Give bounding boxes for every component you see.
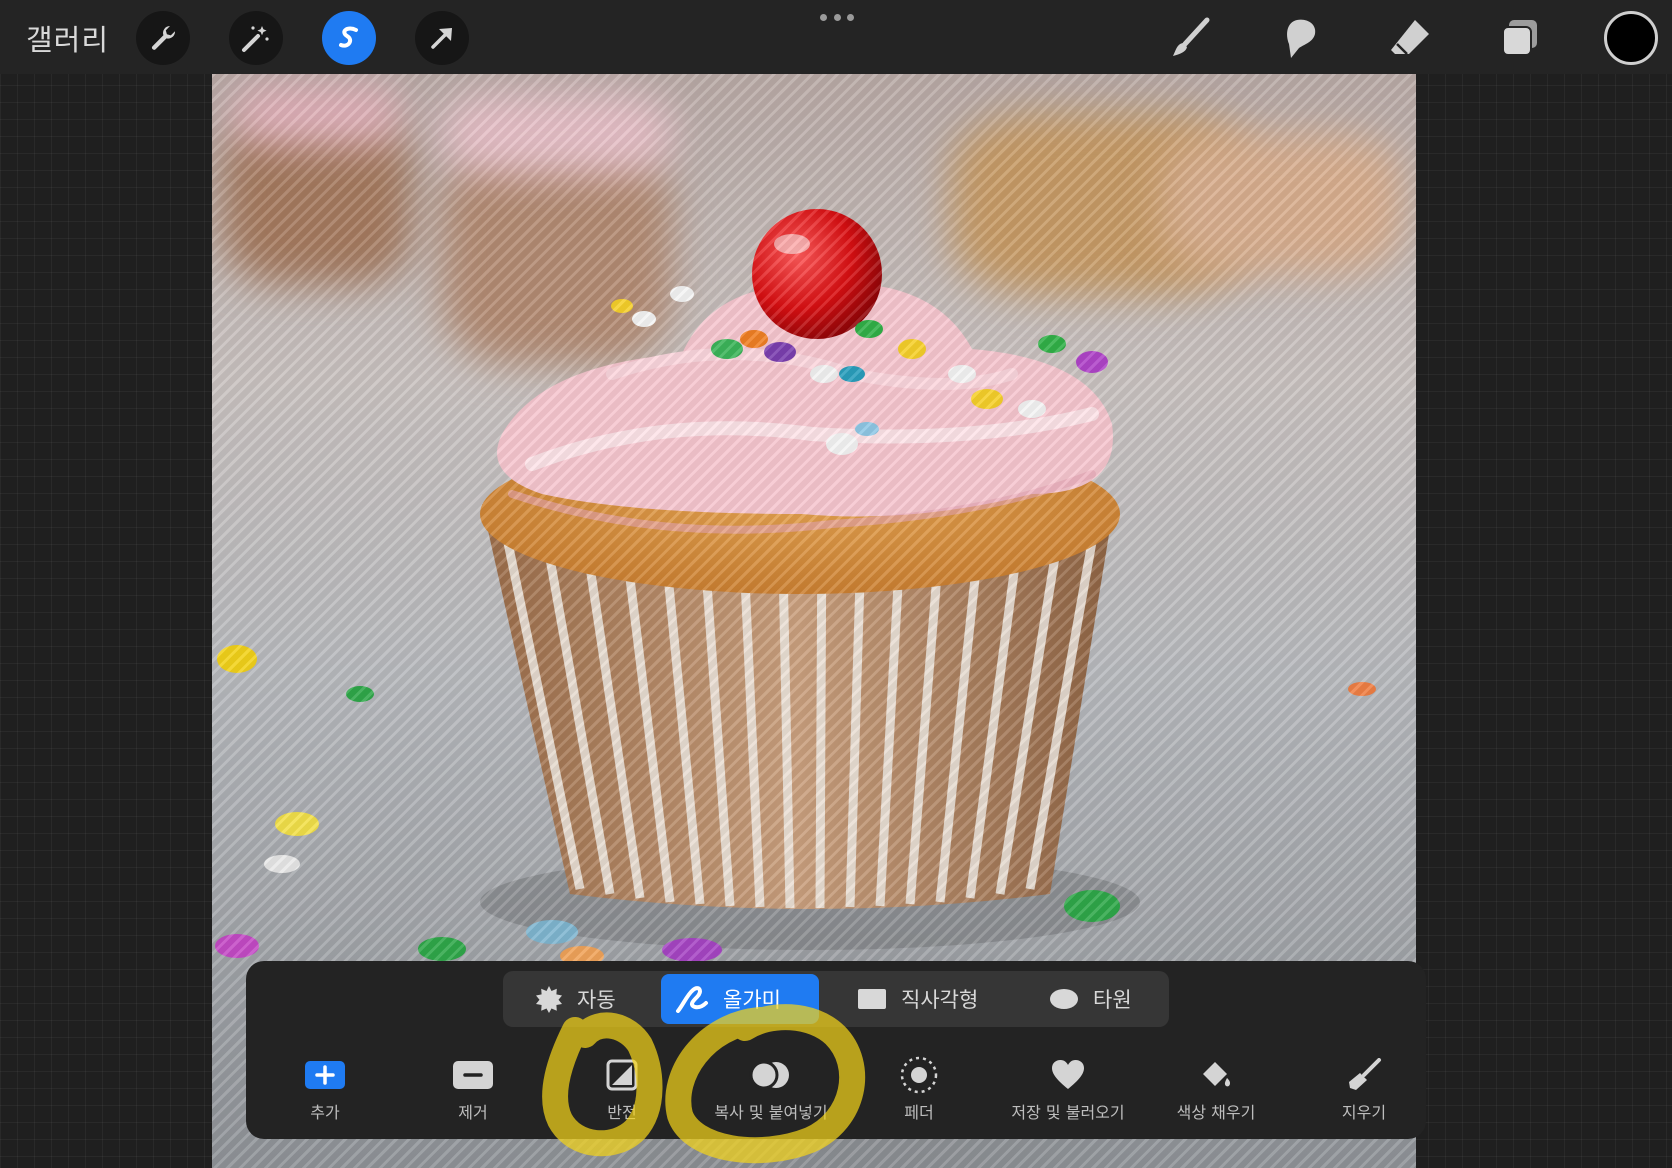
mode-automatic[interactable]: 자동	[521, 974, 630, 1024]
gallery-button[interactable]: 갤러리	[26, 17, 109, 59]
selection-s-icon	[339, 26, 358, 48]
action-label: 추가	[310, 1103, 340, 1122]
add-button[interactable]: 추가	[250, 1057, 400, 1127]
fill-drop-icon	[1203, 1062, 1230, 1087]
remove-button[interactable]: 제거	[398, 1057, 548, 1127]
action-label: 색상 채우기	[1176, 1103, 1256, 1122]
transform-button[interactable]	[415, 11, 469, 65]
mode-label: 올가미	[723, 988, 781, 1012]
clear-button[interactable]: 지우기	[1289, 1057, 1439, 1127]
mode-label: 직사각형	[901, 988, 979, 1012]
selection-tool-button[interactable]	[322, 11, 376, 65]
ellipse-icon	[1050, 989, 1078, 1009]
brush-icon	[1173, 17, 1210, 56]
starburst-icon	[536, 986, 562, 1013]
magic-wand-icon	[242, 26, 269, 52]
layers-button[interactable]	[1494, 12, 1548, 64]
selection-panel: 자동 올가미 직사각형 타원 추가 제거 반전 복사 및 붙여넣기 페더 저장 …	[246, 961, 1426, 1139]
rectangle-icon	[858, 989, 886, 1009]
copy-paste-button[interactable]: 복사 및 붙여넣기	[696, 1057, 846, 1127]
mode-label: 타원	[1093, 988, 1132, 1012]
lasso-icon	[676, 986, 708, 1013]
smudge-icon	[1287, 19, 1316, 58]
eraser-icon	[1391, 20, 1429, 55]
copy-paste-icon	[749, 1060, 789, 1090]
invert-button[interactable]: 반전	[547, 1057, 697, 1127]
action-label: 저장 및 불러오기	[1011, 1103, 1125, 1122]
clear-broom-icon	[1349, 1058, 1381, 1090]
action-label: 반전	[607, 1103, 637, 1122]
wrench-icon	[151, 26, 176, 50]
action-label: 제거	[458, 1103, 488, 1122]
layers-icon	[1502, 20, 1537, 56]
mode-freehand[interactable]: 올가미	[661, 974, 819, 1024]
smudge-tool-button[interactable]	[1274, 12, 1328, 64]
move-arrow-icon	[431, 28, 452, 49]
action-label: 복사 및 붙여넣기	[714, 1103, 828, 1122]
action-label: 페더	[904, 1103, 934, 1122]
plus-square-icon	[305, 1061, 345, 1089]
brush-tool-button[interactable]	[1164, 12, 1218, 64]
adjustments-button[interactable]	[229, 11, 283, 65]
selection-mode-segmented-control: 자동 올가미 직사각형 타원	[503, 971, 1169, 1027]
mode-rectangle[interactable]: 직사각형	[843, 974, 992, 1024]
feather-button[interactable]: 페더	[844, 1056, 994, 1127]
top-toolbar: 갤러리	[0, 0, 1672, 74]
feather-dotted-circle-icon	[900, 1056, 938, 1094]
save-load-button[interactable]: 저장 및 불러오기	[993, 1057, 1143, 1127]
action-label: 지우기	[1341, 1103, 1387, 1122]
mode-label: 자동	[577, 988, 616, 1012]
mode-ellipse[interactable]: 타원	[1035, 974, 1146, 1024]
color-fill-button[interactable]: 색상 채우기	[1141, 1057, 1291, 1127]
more-options-icon[interactable]	[820, 8, 854, 26]
actions-wrench-button[interactable]	[136, 11, 190, 65]
invert-square-icon	[606, 1059, 638, 1091]
eraser-tool-button[interactable]	[1384, 12, 1438, 64]
color-picker-swatch[interactable]	[1604, 11, 1658, 65]
heart-icon	[1052, 1060, 1084, 1089]
minus-square-icon	[453, 1061, 493, 1089]
